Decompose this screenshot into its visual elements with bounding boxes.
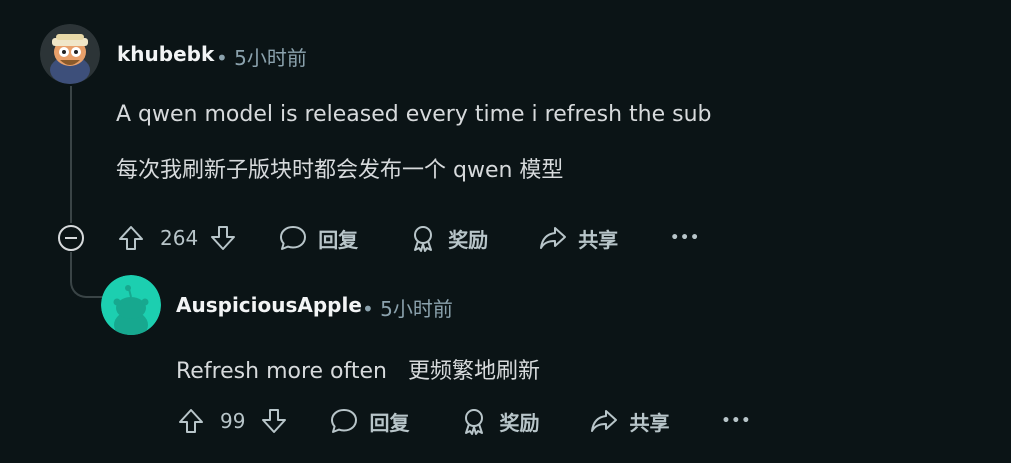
timestamp: • 5小时前: [362, 297, 453, 321]
award-label: 奖励: [499, 410, 540, 435]
avatar[interactable]: [40, 24, 100, 84]
user-avatar-icon: [40, 24, 100, 84]
share-button[interactable]: 共享: [538, 223, 618, 253]
award-label: 奖励: [448, 227, 489, 252]
comment-bubble-icon: [331, 409, 358, 433]
reply-button[interactable]: 回复: [278, 223, 358, 253]
comment-bubble-icon: [280, 226, 307, 250]
share-label: 共享: [578, 227, 619, 252]
comment-translation: 每次我刷新子版块时都会发布一个 qwen 模型: [116, 158, 564, 183]
vote-count: 264: [160, 226, 199, 250]
share-label: 共享: [629, 410, 670, 435]
collapse-thread-button[interactable]: [57, 224, 85, 252]
reply-button[interactable]: 回复: [329, 406, 409, 436]
downvote-button[interactable]: [259, 406, 289, 436]
more-options-button[interactable]: •••: [721, 413, 751, 429]
more-options-button[interactable]: •••: [670, 230, 700, 246]
share-icon: [540, 227, 567, 249]
avatar[interactable]: [101, 275, 161, 335]
comment-text: A qwen model is released every time i re…: [116, 102, 712, 127]
thread-line: [70, 86, 72, 223]
username[interactable]: khubebk: [117, 42, 214, 66]
reply-label: 回复: [369, 410, 410, 435]
award-button[interactable]: 奖励: [459, 406, 539, 436]
comment-text: Refresh more often 更频繁地刷新: [176, 359, 540, 384]
downvote-icon: [211, 226, 236, 250]
comment-actions: 99 回复 奖励 共享 •••: [176, 405, 751, 437]
share-icon: [591, 410, 618, 432]
more-icon: •••: [721, 413, 752, 429]
upvote-icon: [179, 409, 203, 433]
timestamp: • 5小时前: [216, 46, 307, 70]
downvote-icon: [262, 409, 287, 433]
upvote-icon: [119, 226, 143, 250]
minus-circle-icon: [58, 225, 84, 251]
more-icon: •••: [670, 230, 701, 246]
award-icon: [414, 226, 433, 252]
username[interactable]: AuspiciousApple: [176, 293, 362, 317]
award-button[interactable]: 奖励: [408, 223, 488, 253]
downvote-button[interactable]: [208, 223, 238, 253]
comment-actions: 264 回复 奖励 共享 •••: [116, 222, 700, 254]
vote-count: 99: [220, 409, 246, 433]
upvote-button[interactable]: [116, 223, 146, 253]
snoo-avatar-icon: [101, 275, 161, 335]
reply-connector: [70, 252, 104, 298]
upvote-button[interactable]: [176, 406, 206, 436]
reply-label: 回复: [318, 227, 359, 252]
share-button[interactable]: 共享: [589, 406, 669, 436]
award-icon: [465, 409, 484, 435]
